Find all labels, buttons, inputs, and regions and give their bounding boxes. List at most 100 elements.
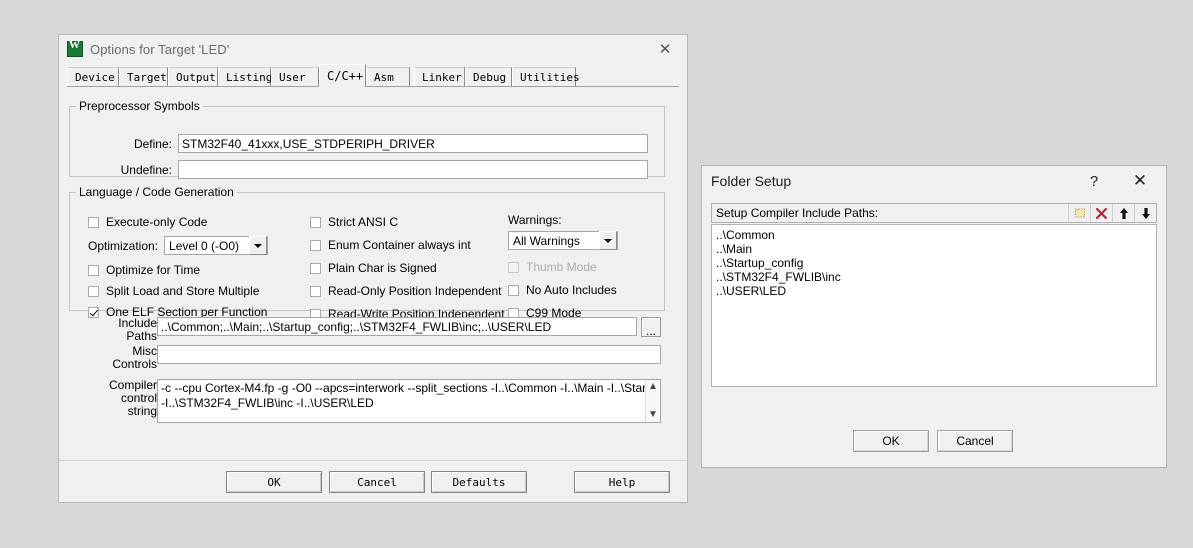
- checkbox-thumb-mode: Thumb Mode: [508, 260, 653, 274]
- help-button[interactable]: Help: [574, 471, 670, 493]
- folder-setup-title: Folder Setup: [711, 173, 792, 189]
- checkbox-read-only-position-independent[interactable]: Read-Only Position Independent: [310, 284, 505, 298]
- tab-linker[interactable]: Linker: [414, 67, 465, 87]
- language-group-legend: Language / Code Generation: [79, 185, 234, 199]
- define-input[interactable]: STM32F40_41xxx,USE_STDPERIPH_DRIVER: [178, 134, 648, 153]
- checkbox-box: [508, 284, 519, 296]
- checkbox-label: Optimize for Time: [106, 263, 201, 277]
- list-item[interactable]: ..\Common: [716, 228, 1152, 242]
- list-item[interactable]: ..\STM32F4_FWLIB\inc: [716, 270, 1152, 284]
- checkbox-label: No Auto Includes: [526, 283, 617, 297]
- tab-output[interactable]: Output: [168, 67, 218, 87]
- undefine-input[interactable]: [178, 160, 648, 179]
- checkbox-box: [508, 261, 519, 273]
- warnings-value: All Warnings: [513, 233, 580, 248]
- language-column-2: Strict ANSI C Enum Container always int …: [310, 215, 505, 321]
- options-tab-strip: Device Target Output Listing User C/C++ …: [67, 64, 679, 87]
- preprocessor-symbols-legend: Preprocessor Symbols: [79, 99, 200, 113]
- checkbox-label: Execute-only Code: [106, 215, 208, 229]
- checkbox-box: [88, 285, 99, 297]
- checkbox-label: Split Load and Store Multiple: [106, 284, 260, 298]
- checkbox-box: [310, 216, 321, 228]
- checkbox-box: [88, 216, 99, 228]
- delete-icon[interactable]: [1090, 204, 1112, 222]
- optimization-value: Level 0 (-O0): [169, 238, 240, 253]
- list-item[interactable]: ..\Main: [716, 242, 1152, 256]
- preprocessor-symbols-group: Preprocessor Symbols Define: STM32F40_41…: [69, 99, 665, 179]
- include-paths-browse-button[interactable]: ...: [641, 317, 661, 337]
- defaults-button[interactable]: Defaults: [431, 471, 527, 493]
- checkbox-enum-container-always-int[interactable]: Enum Container always int: [310, 238, 505, 252]
- tab-debug[interactable]: Debug: [465, 67, 512, 87]
- checkbox-label: Strict ANSI C: [328, 215, 399, 229]
- cancel-button[interactable]: Cancel: [329, 471, 425, 493]
- checkbox-label: Read-Only Position Independent: [328, 284, 502, 298]
- tab-user[interactable]: User: [271, 67, 319, 87]
- compiler-control-string-value: -c --cpu Cortex-M4.fp -g -O0 --apcs=inte…: [161, 381, 645, 410]
- warnings-select[interactable]: All Warnings: [508, 231, 618, 250]
- close-icon[interactable]: ✕: [1120, 166, 1160, 196]
- ok-button[interactable]: OK: [853, 430, 929, 452]
- options-title-bar[interactable]: Options for Target 'LED' ✕: [59, 35, 687, 63]
- desktop-background: Options for Target 'LED' ✕ Device Target…: [0, 0, 1193, 548]
- warnings-label: Warnings:: [508, 213, 562, 227]
- folder-setup-window: Folder Setup ? ✕ Setup Compiler Include …: [701, 165, 1167, 468]
- checkbox-box: [310, 239, 321, 251]
- close-icon[interactable]: ✕: [643, 35, 687, 63]
- folder-setup-toolbar: Setup Compiler Include Paths:: [711, 203, 1157, 223]
- compiler-control-string-scrollbar[interactable]: ▲ ▼: [645, 380, 660, 422]
- move-down-icon[interactable]: [1134, 204, 1156, 222]
- optimization-select[interactable]: Level 0 (-O0): [164, 236, 269, 255]
- scroll-down-icon[interactable]: ▼: [648, 410, 658, 420]
- tab-target[interactable]: Target: [119, 67, 168, 87]
- checkbox-label: Thumb Mode: [526, 260, 597, 274]
- optimization-row: Optimization: Level 0 (-O0): [88, 236, 318, 255]
- checkbox-split-load-and-store-multiple[interactable]: Split Load and Store Multiple: [88, 284, 318, 298]
- checkbox-no-auto-includes[interactable]: No Auto Includes: [508, 283, 653, 297]
- chevron-down-icon[interactable]: [249, 236, 268, 255]
- tab-device[interactable]: Device: [67, 67, 119, 87]
- setup-compiler-include-paths-label: Setup Compiler Include Paths:: [716, 206, 879, 220]
- options-window-title: Options for Target 'LED': [90, 41, 230, 57]
- scroll-up-icon[interactable]: ▲: [648, 382, 658, 392]
- options-footer-divider: [59, 460, 687, 461]
- cancel-button[interactable]: Cancel: [937, 430, 1013, 452]
- checkbox-optimize-for-time[interactable]: Optimize for Time: [88, 263, 318, 277]
- checkbox-box: [88, 264, 99, 276]
- chevron-down-icon[interactable]: [599, 231, 617, 250]
- tab-utilities[interactable]: Utilities: [512, 67, 580, 87]
- include-paths-label-line2: Paths: [126, 329, 157, 343]
- keil-uvision-icon: [67, 39, 83, 57]
- move-up-icon[interactable]: [1112, 204, 1134, 222]
- checkbox-label: Enum Container always int: [328, 238, 471, 252]
- compiler-control-string-box[interactable]: -c --cpu Cortex-M4.fp -g -O0 --apcs=inte…: [157, 379, 661, 423]
- language-column-3: Warnings: All Warnings Thumb Mode No Aut…: [508, 213, 653, 320]
- help-icon[interactable]: ?: [1074, 166, 1114, 196]
- checkbox-box: [88, 306, 99, 318]
- language-code-generation-group: Language / Code Generation Execute-only …: [69, 185, 665, 321]
- include-paths-label: Include Paths: [91, 317, 157, 343]
- misc-controls-label-line2: Controls: [112, 357, 157, 371]
- optimization-label: Optimization:: [88, 238, 159, 253]
- checkbox-execute-only-code[interactable]: Execute-only Code: [88, 215, 318, 229]
- new-folder-icon[interactable]: [1068, 204, 1090, 222]
- misc-controls-label: Misc Controls: [91, 345, 157, 371]
- list-item[interactable]: ..\Startup_config: [716, 256, 1152, 270]
- include-paths-list[interactable]: ..\Common ..\Main ..\Startup_config ..\S…: [711, 224, 1157, 387]
- compiler-label-line3: string: [127, 404, 157, 418]
- ok-button[interactable]: OK: [226, 471, 322, 493]
- undefine-label: Undefine:: [120, 163, 172, 177]
- checkbox-plain-char-is-signed[interactable]: Plain Char is Signed: [310, 261, 505, 275]
- misc-controls-input[interactable]: [157, 345, 661, 364]
- language-column-1: Execute-only Code Optimization: Level 0 …: [88, 215, 318, 326]
- list-item[interactable]: ..\USER\LED: [716, 284, 1152, 298]
- folder-setup-title-bar[interactable]: Folder Setup ? ✕: [702, 166, 1166, 196]
- checkbox-strict-ansi-c[interactable]: Strict ANSI C: [310, 215, 505, 229]
- tab-c-cpp[interactable]: C/C++: [319, 64, 366, 87]
- include-paths-input[interactable]: ..\Common;..\Main;..\Startup_config;..\S…: [157, 317, 637, 336]
- tab-asm[interactable]: Asm: [366, 67, 410, 87]
- compiler-control-string-label: Compiler control string: [83, 379, 157, 418]
- tab-listing[interactable]: Listing: [218, 67, 272, 87]
- checkbox-box: [310, 285, 321, 297]
- checkbox-label: Plain Char is Signed: [328, 261, 437, 275]
